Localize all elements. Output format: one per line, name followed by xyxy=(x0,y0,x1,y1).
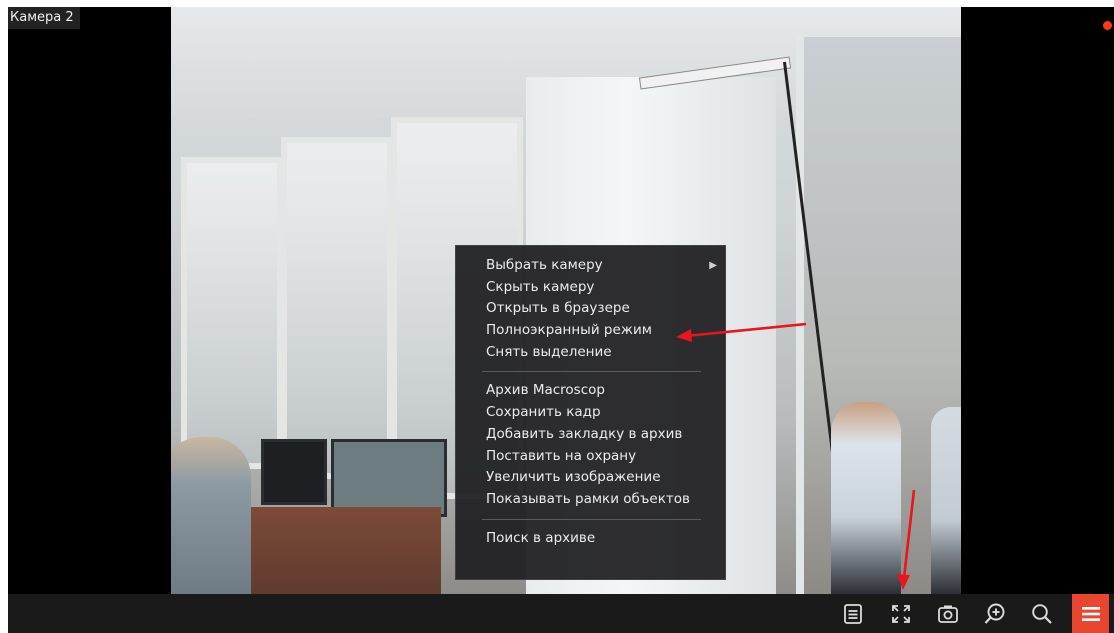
context-menu-item[interactable]: Поиск в архиве xyxy=(456,528,725,550)
context-menu-item-label: Увеличить изображение xyxy=(486,469,661,486)
fullscreen-icon xyxy=(892,604,910,623)
menu-separator xyxy=(482,371,701,373)
context-menu-item-label: Выбрать камеру xyxy=(486,257,603,273)
context-menu-item-label: Полноэкранный режим xyxy=(486,322,652,339)
snapshot-button[interactable] xyxy=(931,594,965,633)
camera-viewer[interactable]: Камера 2 Выбрать камеру ▶ Скрыть камеру Отк… xyxy=(8,7,1114,633)
scene-person-standing xyxy=(831,402,901,594)
hamburger-menu-icon xyxy=(1081,606,1100,621)
context-menu-item[interactable]: Полноэкранный режим xyxy=(456,320,725,342)
context-menu-item[interactable]: Увеличить изображение xyxy=(456,467,725,489)
context-menu-item-label: Поставить на охрану xyxy=(486,447,637,464)
layout-list-button[interactable] xyxy=(836,594,870,633)
context-menu-item-label: Добавить закладку в архив xyxy=(486,425,683,442)
context-menu-item[interactable]: Показывать рамки объектов xyxy=(456,489,725,511)
context-menu: Выбрать камеру ▶ Скрыть камеру Открыть в бр… xyxy=(455,245,726,580)
scene-monitor xyxy=(331,439,447,517)
context-menu-item[interactable]: Снять выделение xyxy=(456,342,725,364)
context-menu-item-label: Показывать рамки объектов xyxy=(486,490,690,507)
scene-glass-wall xyxy=(181,157,283,469)
camera-snapshot-icon xyxy=(938,605,958,623)
context-menu-item-label: Архив Macroscop xyxy=(486,382,605,399)
context-menu-item[interactable]: Архив Macroscop xyxy=(456,380,725,402)
scene-monitor xyxy=(261,439,327,505)
zoom-in-icon xyxy=(984,603,1005,624)
context-menu-item[interactable]: Открыть в браузере xyxy=(456,298,725,320)
zoom-in-button[interactable] xyxy=(978,594,1012,633)
search-button[interactable] xyxy=(1025,594,1059,633)
fullscreen-button[interactable] xyxy=(884,594,918,633)
context-menu-item[interactable]: Сохранить кадр xyxy=(456,402,725,424)
scene-person-seated xyxy=(171,437,251,594)
search-icon xyxy=(1032,603,1052,624)
context-menu-item-label: Скрыть камеру xyxy=(486,278,595,295)
context-menu-item[interactable]: Выбрать камеру ▶ xyxy=(456,255,725,277)
context-menu-item[interactable]: Добавить закладку в архив xyxy=(456,424,725,446)
menu-separator xyxy=(482,518,701,520)
recording-indicator xyxy=(1103,21,1112,30)
scene-glass-wall xyxy=(281,137,393,479)
context-menu-item-label: Сохранить кадр xyxy=(486,404,601,421)
layout-list-icon xyxy=(844,603,862,624)
camera-toolbar xyxy=(8,594,1114,633)
context-menu-item-label: Открыть в браузере xyxy=(486,300,630,317)
submenu-arrow-icon: ▶ xyxy=(709,260,717,271)
context-menu-item-label: Снять выделение xyxy=(486,343,612,360)
context-menu-item[interactable]: Скрыть камеру xyxy=(456,277,725,299)
context-menu-item[interactable]: Поставить на охрану xyxy=(456,446,725,468)
scene-person-standing xyxy=(931,407,961,594)
main-menu-button[interactable] xyxy=(1072,594,1109,633)
camera-title: Камера 2 xyxy=(8,7,80,29)
context-menu-item-label: Поиск в архиве xyxy=(486,529,596,546)
